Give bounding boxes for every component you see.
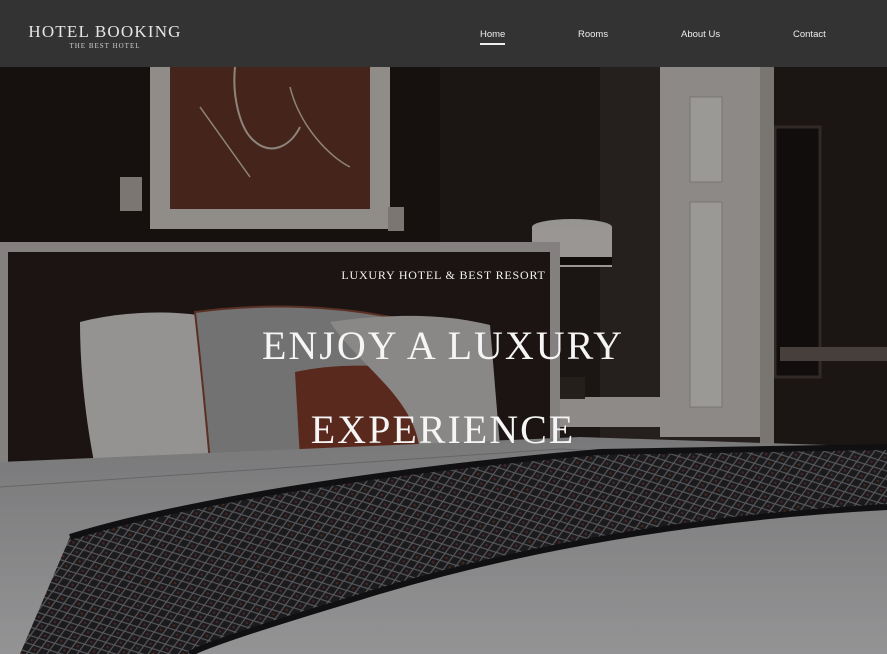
- site-header: HOTEL BOOKING THE BEST HOTEL Home Rooms …: [0, 0, 887, 67]
- site-logo[interactable]: HOTEL BOOKING THE BEST HOTEL: [25, 22, 185, 50]
- nav-about-us[interactable]: About Us: [681, 29, 720, 40]
- logo-tagline: THE BEST HOTEL: [69, 42, 141, 50]
- logo-title: HOTEL BOOKING: [28, 22, 182, 41]
- hero-banner: LUXURY HOTEL & BEST RESORT ENJOY A LUXUR…: [0, 67, 887, 654]
- hero-kicker: LUXURY HOTEL & BEST RESORT: [341, 268, 546, 282]
- nav-home[interactable]: Home: [480, 29, 506, 45]
- nav-contact[interactable]: Contact: [793, 29, 826, 40]
- hero-heading: ENJOY A LUXURY EXPERIENCE: [261, 323, 625, 452]
- nav-rooms[interactable]: Rooms: [578, 29, 608, 40]
